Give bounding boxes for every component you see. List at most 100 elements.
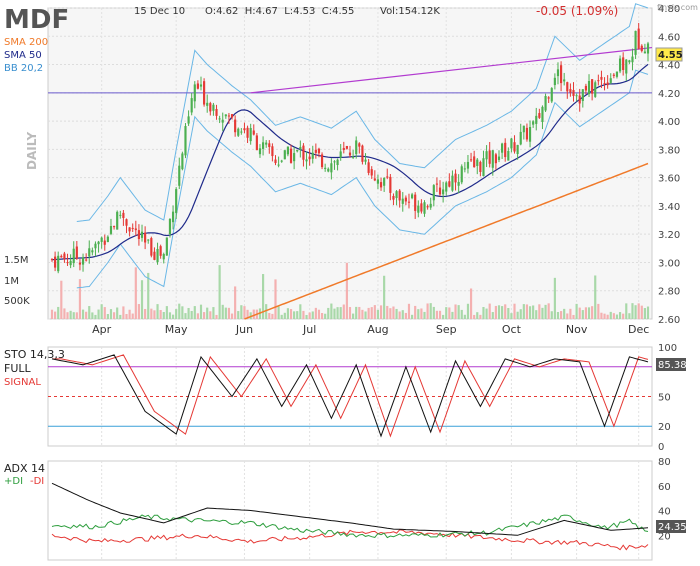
volume-bar — [367, 307, 370, 319]
candle-body — [348, 152, 352, 156]
volume-bar — [187, 307, 190, 319]
candle-body — [417, 205, 420, 213]
candle-body — [501, 143, 504, 153]
candle-body — [379, 182, 383, 188]
candle-body — [57, 255, 60, 272]
candle-body — [224, 114, 227, 117]
volume-bar — [451, 311, 454, 319]
candle-body — [603, 83, 606, 85]
candle-body — [293, 153, 296, 162]
volume-bar — [221, 304, 224, 319]
price-tick-label: 3.20 — [658, 230, 680, 241]
candle-body — [255, 135, 258, 151]
volume-bar — [504, 304, 507, 319]
volume-bar — [401, 310, 404, 319]
candle-body — [637, 28, 640, 49]
volume-bar — [442, 314, 445, 319]
volume-bar — [376, 309, 380, 319]
sto-title: STO 14,3,3 — [4, 348, 65, 361]
volume-bar — [240, 305, 243, 319]
candle-body — [634, 30, 637, 55]
volume-bar — [286, 308, 290, 319]
candle-body — [643, 51, 646, 54]
candle-body — [532, 121, 535, 125]
volume-bar — [429, 303, 432, 319]
candle-body — [314, 149, 317, 153]
candle-body — [178, 165, 181, 186]
candle-body — [265, 142, 268, 145]
candle-body — [528, 127, 532, 142]
candle-body — [109, 226, 113, 234]
candle-body — [376, 179, 380, 184]
volume-bar — [75, 312, 78, 319]
candle-body — [553, 77, 556, 86]
candle-body — [252, 130, 255, 135]
price-tick-label: 4.00 — [658, 117, 680, 128]
volume-bar — [383, 275, 386, 319]
candle-body — [153, 251, 156, 260]
candle-body — [460, 166, 463, 183]
candle-body — [103, 240, 106, 245]
candle-body — [395, 191, 398, 199]
volume-bar — [339, 307, 342, 319]
volume-bar — [373, 305, 376, 319]
candle-body — [100, 237, 103, 242]
candle-body — [445, 182, 448, 192]
volume-bar — [414, 305, 417, 319]
candle-body — [466, 161, 470, 169]
volume-bar — [631, 303, 634, 319]
candle-body — [454, 173, 457, 183]
month-label: Aug — [367, 323, 388, 336]
volume-bar — [575, 303, 578, 319]
volume-bar — [66, 312, 69, 319]
candle-body — [392, 195, 395, 200]
candle-body — [451, 175, 454, 191]
volume-bar — [88, 306, 91, 319]
volume-bar — [392, 306, 395, 319]
volume-bar — [553, 277, 556, 319]
candle-body — [364, 159, 367, 162]
sto-tick-label: 0 — [658, 442, 664, 453]
legend-sma50: SMA 50 — [4, 50, 42, 61]
volume-bar — [224, 307, 227, 319]
volume-bar — [112, 312, 116, 319]
candle-body — [159, 246, 162, 256]
volume-bar — [327, 307, 330, 319]
candle-body — [336, 159, 339, 166]
candle-body — [479, 161, 482, 172]
volume-bar — [612, 313, 615, 319]
candle-body — [646, 43, 650, 54]
candle-body — [345, 145, 348, 149]
candle-body — [330, 163, 333, 173]
candle-body — [156, 248, 159, 263]
volume-bar — [280, 314, 283, 319]
candle-body — [299, 147, 302, 150]
volume-bar — [404, 312, 407, 319]
candle-body — [308, 156, 311, 160]
candle-body — [283, 150, 286, 160]
volume-bar — [345, 262, 348, 319]
candle-body — [196, 83, 199, 89]
month-label: Jul — [302, 323, 316, 336]
volume-bar — [206, 307, 209, 319]
candle-body — [66, 262, 69, 264]
volume-bar — [625, 303, 628, 319]
candle-body — [513, 142, 516, 152]
volume-bar — [165, 306, 168, 319]
volume-bar — [212, 307, 215, 319]
candle-body — [519, 131, 522, 145]
volume-bar — [528, 306, 532, 319]
candle-body — [373, 178, 376, 181]
volume-bar — [432, 306, 435, 319]
price-tick-label: 3.80 — [658, 145, 680, 156]
volume-bar — [594, 275, 597, 319]
volume-bar — [63, 308, 66, 319]
volume-bar — [389, 308, 392, 319]
volume-bar — [106, 314, 109, 319]
volume-bar — [178, 303, 181, 319]
price-tick-label: 3.60 — [658, 174, 680, 185]
volume-bar — [398, 311, 401, 319]
volume-bar — [643, 308, 646, 319]
candle-body — [469, 159, 473, 161]
volume-bar — [535, 310, 538, 319]
